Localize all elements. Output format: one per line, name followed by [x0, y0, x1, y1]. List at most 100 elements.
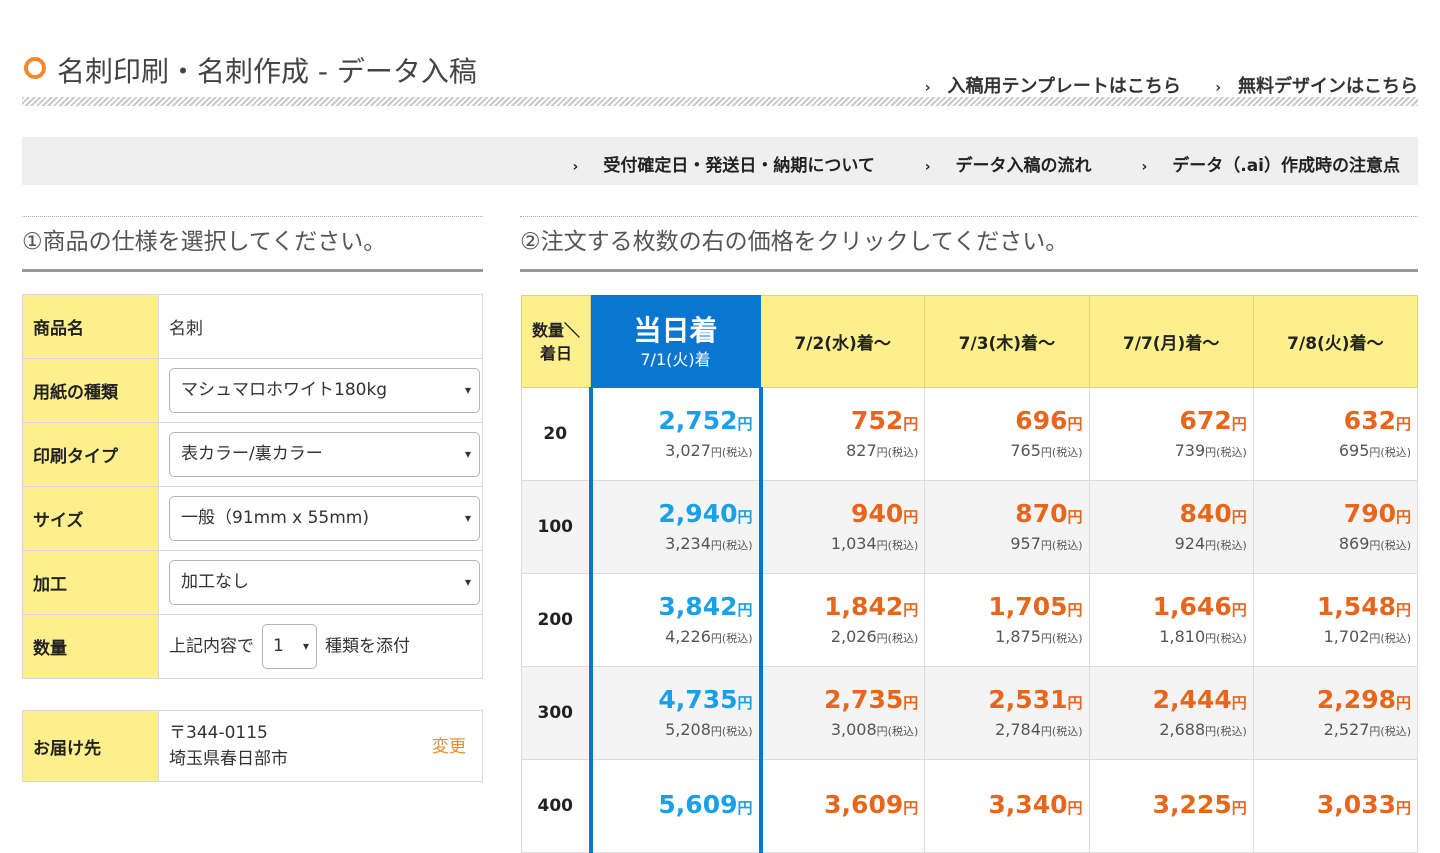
free-design-link[interactable]: › 無料デザインはこちら	[1201, 76, 1418, 97]
section1-heading: ①商品の仕様を選択してください。	[22, 216, 483, 272]
price-cell[interactable]: 3,225円	[1088, 759, 1254, 853]
price-cell[interactable]: 2,735円 3,008円(税込)	[759, 666, 926, 760]
today-date: 7/1(火)着	[640, 349, 711, 369]
info-bar: › 受付確定日・発送日・納期について › データ入稿の流れ › データ（.ai）作成時…	[22, 137, 1418, 185]
price-cell[interactable]: 1,705円 1,875円(税込)	[924, 573, 1090, 667]
design-count-select[interactable]: 1 ▾	[262, 624, 317, 669]
tax-label: 円(税込)	[1040, 538, 1083, 552]
price-number: 1,842	[824, 591, 904, 621]
data-notes-link[interactable]: › データ（.ai）作成時の注意点	[1119, 156, 1400, 176]
tax-price: 1,034円(税込)	[763, 533, 918, 557]
spec-label: 印刷タイプ	[22, 422, 159, 487]
tax-price: 827円(税込)	[763, 440, 918, 464]
tax-price: 2,784円(税込)	[925, 719, 1082, 743]
price-row: 20 2,752円 3,027円(税込) 752円 827円(税込) 696円 765円(税…	[521, 387, 1419, 481]
price-cell[interactable]: 672円 739円(税込)	[1088, 387, 1254, 481]
today-price-cell[interactable]: 2,752円 3,027円(税込)	[588, 387, 763, 481]
process-select[interactable]: 加工なし ▾	[169, 560, 480, 605]
tax-number: 924	[1174, 533, 1206, 553]
price-cell[interactable]: 632円 695円(税込)	[1252, 387, 1419, 481]
price-value: 752円	[763, 405, 918, 440]
price-table-wrap: 数量＼ 着日 当日着 7/1(火)着 7/2(水)着〜 7/3(木)着〜 7/7(…	[521, 295, 1419, 853]
price-number: 1,705	[988, 591, 1068, 621]
tax-number: 2,527	[1323, 719, 1370, 739]
delivery-table: お届け先 〒344-0115 埼玉県春日部市 変更	[22, 710, 483, 782]
tax-number: 2,688	[1159, 719, 1206, 739]
delivery-label: お届け先	[22, 710, 159, 782]
price-cell[interactable]: 1,548円 1,702円(税込)	[1252, 573, 1419, 667]
price-value: 1,842円	[763, 591, 918, 626]
spec-row-process: 加工 加工なし ▾	[22, 550, 483, 615]
today-price-cell[interactable]: 5,609円	[588, 759, 763, 853]
spec-row-print: 印刷タイプ 表カラー/裏カラー ▾	[22, 422, 483, 487]
spec-table: 商品名 名刺 用紙の種類 マシュマロホワイト180kg ▾ 印刷タイプ 表カラー/…	[22, 294, 483, 679]
tax-label: 円(税込)	[710, 631, 753, 645]
price-number: 1,646	[1152, 591, 1232, 621]
price-cell[interactable]: 940円 1,034円(税込)	[759, 480, 926, 574]
price-cell[interactable]: 870円 957円(税込)	[924, 480, 1090, 574]
tax-number: 3,027	[665, 440, 711, 460]
print-type-select[interactable]: 表カラー/裏カラー ▾	[169, 432, 480, 477]
price-cell[interactable]: 840円 924円(税込)	[1088, 480, 1254, 574]
price-number: 632	[1343, 405, 1396, 435]
price-cell[interactable]: 3,033円	[1252, 759, 1419, 853]
price-value: 2,752円	[593, 405, 752, 440]
template-link[interactable]: › 入稿用テンプレートはこちら	[911, 76, 1181, 97]
data-flow-link[interactable]: › データ入稿の流れ	[903, 156, 1092, 176]
title-links: › 入稿用テンプレートはこちら › 無料デザインはこちら	[897, 72, 1418, 98]
tax-price: 2,026円(税込)	[763, 626, 918, 650]
price-cell[interactable]: 790円 869円(税込)	[1252, 480, 1419, 574]
tax-label: 円(税込)	[1205, 445, 1247, 459]
tax-price: 2,527円(税込)	[1254, 719, 1411, 743]
price-cell[interactable]: 1,842円 2,026円(税込)	[759, 573, 926, 667]
tax-label: 円(税込)	[1369, 724, 1411, 738]
qty-cell: 20	[521, 387, 591, 481]
yen-unit: 円	[1067, 414, 1083, 433]
price-value: 3,340円	[925, 789, 1082, 824]
price-number: 870	[1015, 498, 1068, 528]
price-cell[interactable]: 2,531円 2,784円(税込)	[924, 666, 1090, 760]
price-cell[interactable]: 752円 827円(税込)	[759, 387, 926, 481]
tax-number: 1,702	[1323, 626, 1370, 646]
tax-number: 4,226	[665, 626, 711, 646]
tax-price: 1,875円(税込)	[925, 626, 1082, 650]
price-number: 3,033	[1316, 789, 1396, 819]
today-price-cell[interactable]: 3,842円 4,226円(税込)	[588, 573, 763, 667]
price-cell[interactable]: 2,444円 2,688円(税込)	[1088, 666, 1254, 760]
tax-price: 765円(税込)	[925, 440, 1082, 464]
price-cell[interactable]: 696円 765円(税込)	[924, 387, 1090, 481]
price-number: 2,940	[658, 498, 738, 528]
product-value: 名刺	[158, 294, 483, 359]
qty-cell: 200	[521, 573, 591, 667]
tax-label: 円(税込)	[1369, 538, 1411, 552]
price-cell[interactable]: 3,609円	[759, 759, 926, 853]
price-cell[interactable]: 3,340円	[924, 759, 1090, 853]
price-body: 20 2,752円 3,027円(税込) 752円 827円(税込) 696円 765円(税…	[521, 387, 1419, 853]
price-value: 5,609円	[593, 789, 752, 824]
tax-number: 1,875	[995, 626, 1041, 646]
chevron-down-icon: ▾	[464, 511, 471, 525]
delivery-info-link[interactable]: › 受付確定日・発送日・納期について	[551, 156, 875, 176]
chevron-right-icon: ›	[924, 80, 931, 96]
date-header: 7/3(木)着〜	[924, 295, 1090, 388]
today-price-cell[interactable]: 2,940円 3,234円(税込)	[588, 480, 763, 574]
tax-number: 765	[1010, 440, 1041, 460]
price-number: 672	[1179, 405, 1232, 435]
price-cell[interactable]: 1,646円 1,810円(税込)	[1088, 573, 1254, 667]
tax-price: 957円(税込)	[925, 533, 1082, 557]
tax-label: 円(税込)	[1369, 631, 1411, 645]
tax-price: 5,208円(税込)	[593, 719, 752, 743]
chevron-right-icon: ›	[924, 159, 931, 175]
tax-label: 円(税込)	[710, 538, 753, 552]
tax-price: 924円(税込)	[1090, 533, 1247, 557]
price-cell[interactable]: 2,298円 2,527円(税込)	[1252, 666, 1419, 760]
spec-label: 用紙の種類	[22, 358, 159, 423]
page-title: 名刺印刷・名刺作成 - データ入稿	[57, 55, 477, 88]
today-price-cell[interactable]: 4,735円 5,208円(税込)	[588, 666, 763, 760]
date-header: 7/2(水)着〜	[759, 295, 926, 388]
paper-select[interactable]: マシュマロホワイト180kg ▾	[169, 368, 480, 413]
change-address-link[interactable]: 変更	[432, 734, 466, 760]
tax-price: 739円(税込)	[1090, 440, 1247, 464]
size-select[interactable]: 一般（91mm x 55mm) ▾	[169, 496, 480, 541]
qty-cell: 300	[521, 666, 591, 760]
